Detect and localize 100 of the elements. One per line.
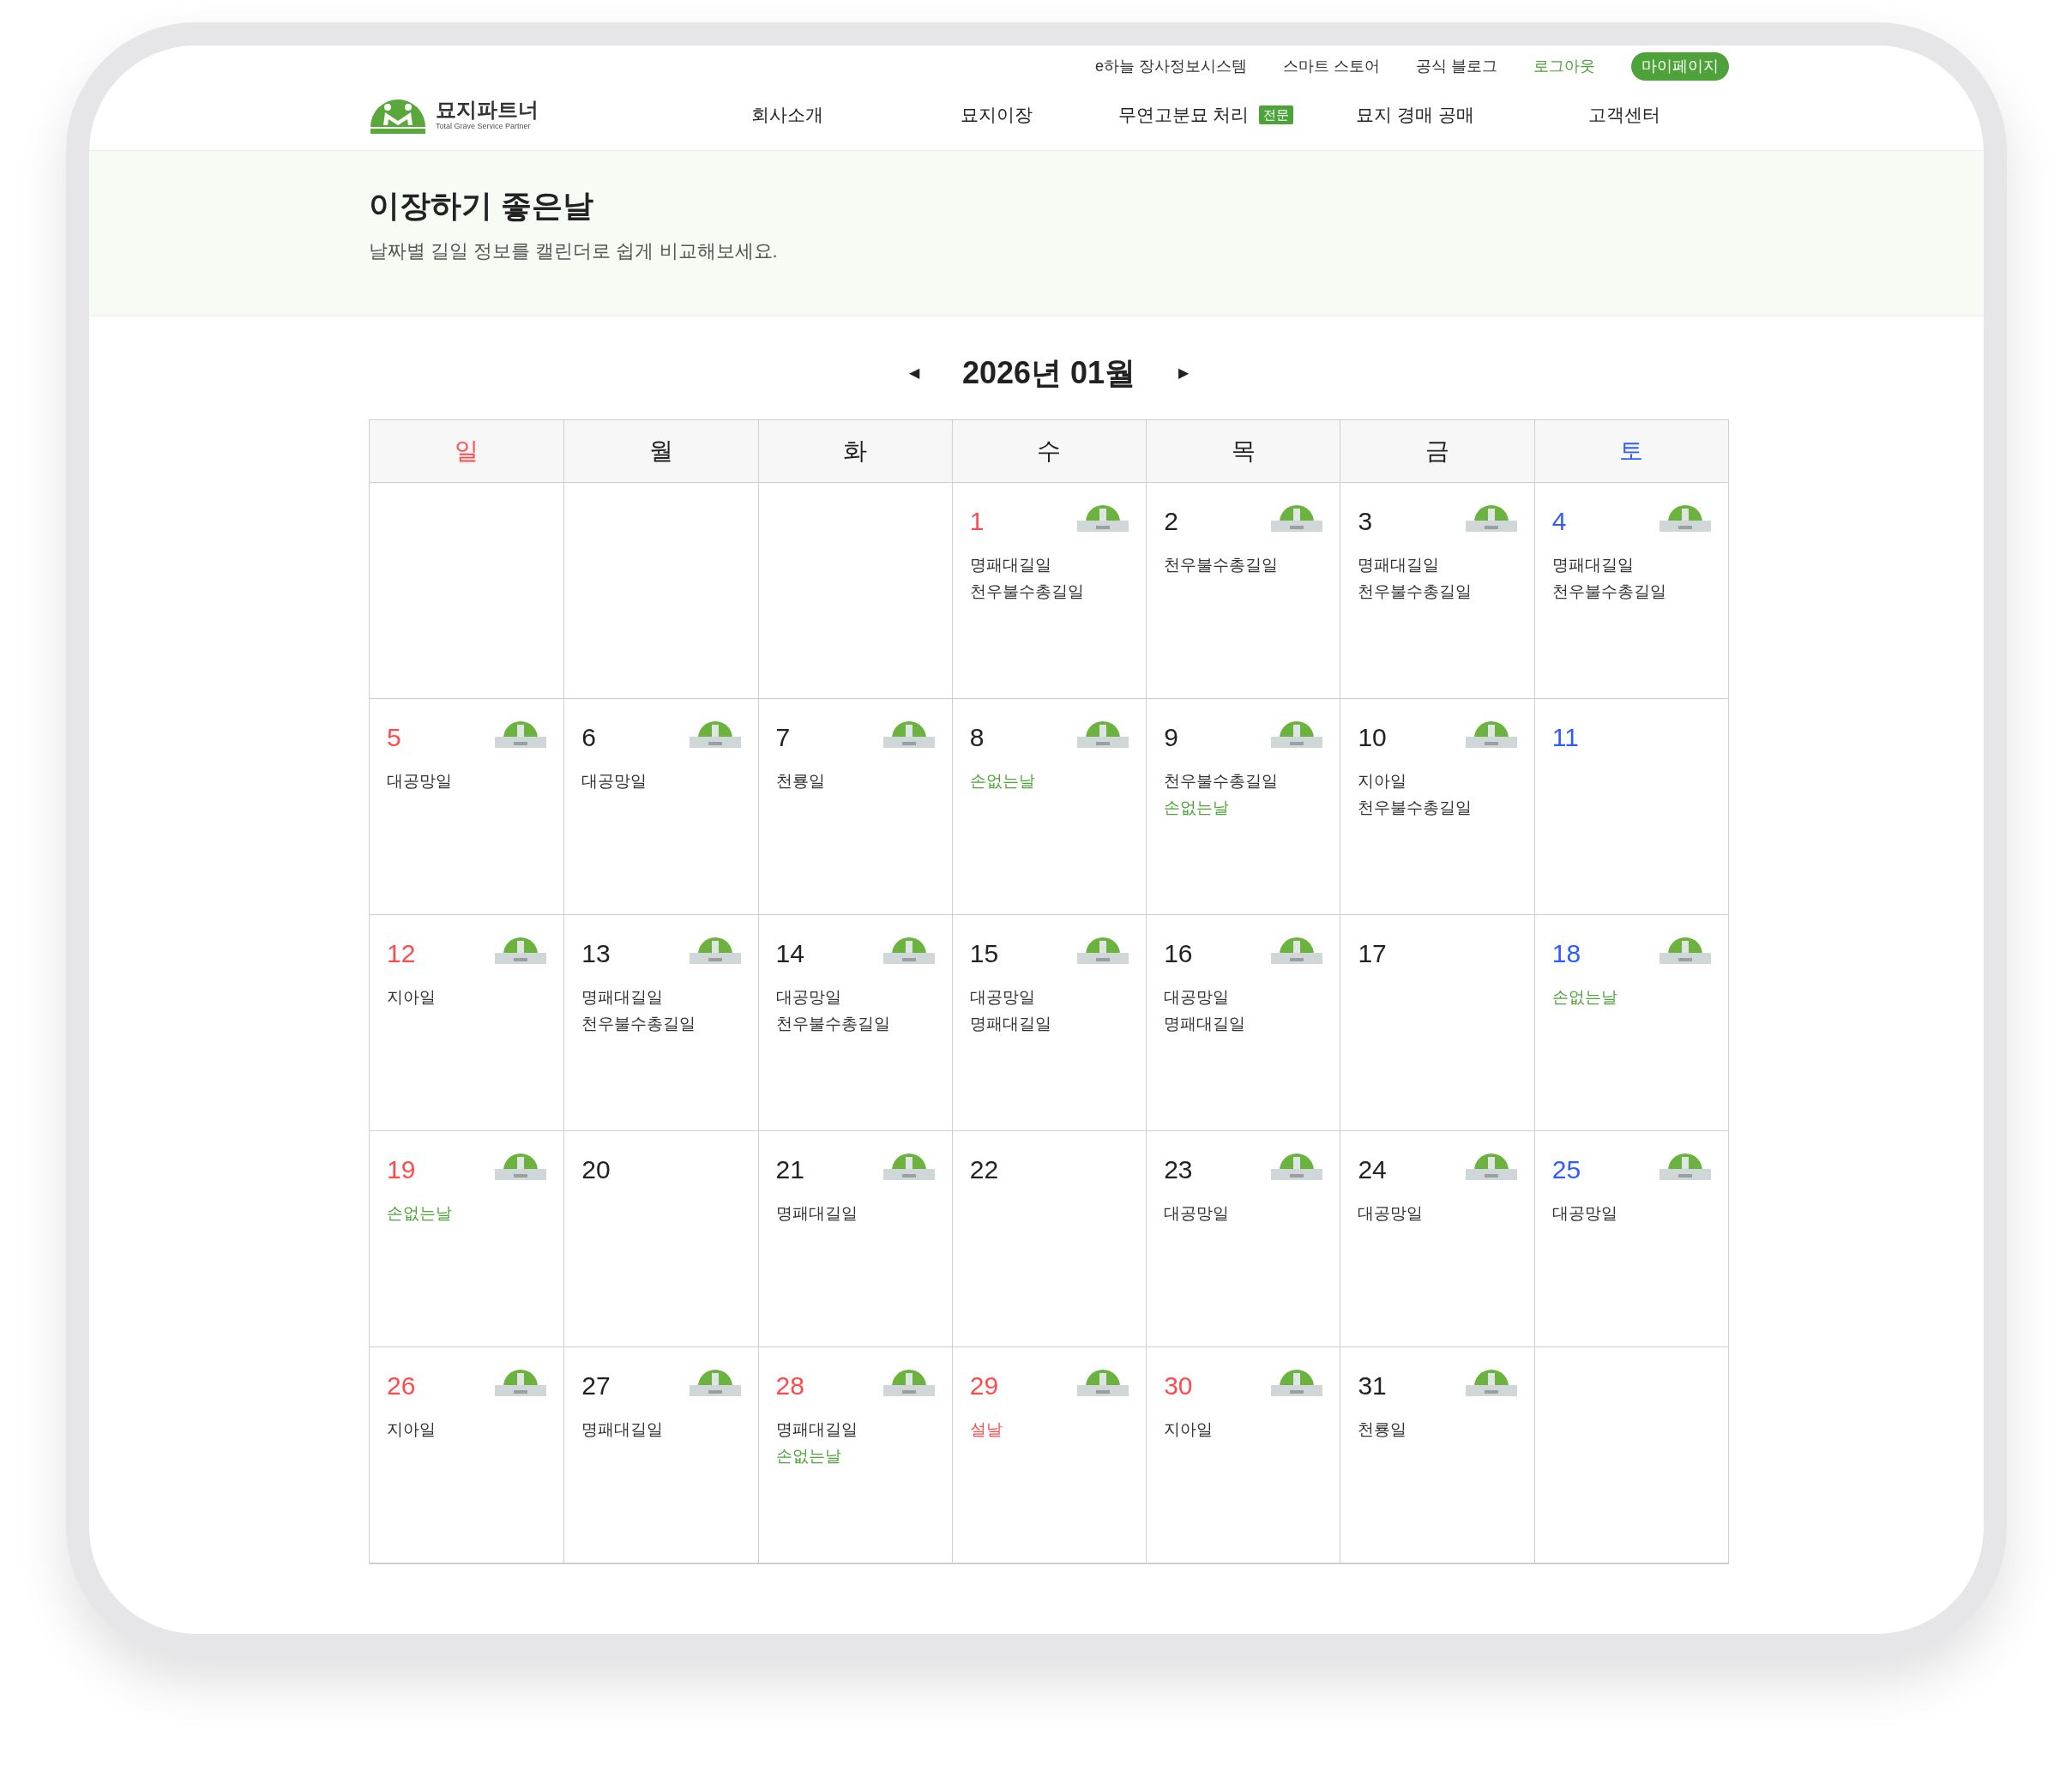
day-number: 11 <box>1551 725 1579 750</box>
day-cell[interactable]: 18 손없는날 <box>1533 915 1728 1131</box>
nav-link[interactable]: 회사소개 <box>751 101 823 129</box>
day-label: 명패대길일 <box>775 1419 858 1440</box>
day-label: 천우불수총길일 <box>1358 798 1473 818</box>
weekday-header: 수 <box>1037 437 1062 466</box>
day-number: 13 <box>581 941 611 967</box>
day-cell[interactable]: 28 명패대길일 손없는날 <box>757 1347 952 1563</box>
day-cell[interactable]: 25 대공망일 <box>1533 1131 1728 1347</box>
day-cell[interactable]: 1 명패대길일 천우불수총길일 <box>951 483 1147 699</box>
day-cell[interactable]: 30 지아일 <box>1146 1347 1340 1563</box>
day-cell[interactable]: 5 대공망일 <box>370 699 564 915</box>
logo-tagline: Total Grave Service Partner <box>436 121 532 131</box>
day-cell[interactable]: 16 대공망일 명패대길일 <box>1146 915 1340 1131</box>
day-cell[interactable]: 12 지아일 <box>370 915 564 1131</box>
day-cell[interactable]: 7 천룡일 <box>757 699 952 915</box>
day-label: 천우불수총길일 <box>1551 581 1667 602</box>
day-number: 4 <box>1551 509 1567 534</box>
day-number: 29 <box>969 1373 999 1399</box>
day-label: 지아일 <box>1164 1419 1214 1440</box>
day-label: 손없는날 <box>969 771 1036 792</box>
day-number: 16 <box>1164 941 1193 967</box>
day-label: 명패대길일 <box>775 1203 858 1224</box>
top-link[interactable]: 스마트 스토어 <box>1282 54 1380 78</box>
day-cell[interactable]: 23 대공망일 <box>1146 1131 1340 1347</box>
day-cell[interactable]: 24 대공망일 <box>1340 1131 1534 1347</box>
day-number: 12 <box>387 941 416 967</box>
day-number: 17 <box>1358 941 1387 967</box>
day-cell[interactable]: 4 명패대길일 천우불수총길일 <box>1533 483 1728 699</box>
weekday-header: 월 <box>648 437 673 466</box>
day-number: 9 <box>1164 725 1178 750</box>
day-cell[interactable]: 20 <box>563 1131 758 1347</box>
nav-link[interactable]: 고객센터 <box>1588 101 1660 129</box>
day-cell[interactable]: 26 지아일 <box>370 1347 564 1563</box>
day-label: 손없는날 <box>1551 987 1618 1008</box>
day-number: 7 <box>775 725 791 750</box>
day-label: 명패대길일 <box>581 1419 665 1440</box>
day-number: 21 <box>775 1157 804 1183</box>
day-label: 대공망일 <box>387 771 453 792</box>
day-label: 대공망일 <box>1164 987 1231 1008</box>
day-label: 천우불수총길일 <box>1358 581 1473 602</box>
nav-link[interactable]: 무연고분묘 처리 <box>1117 101 1250 129</box>
weekday-header: 화 <box>843 437 868 466</box>
day-cell[interactable]: 31 천룡일 <box>1340 1347 1534 1563</box>
weekday-header: 목 <box>1231 437 1256 466</box>
day-number: 14 <box>775 941 804 967</box>
previous-month-button[interactable]: ◀ <box>908 363 919 383</box>
day-cell[interactable]: 8 손없는날 <box>951 699 1147 915</box>
day-cell[interactable]: 15 대공망일 명패대길일 <box>951 915 1147 1131</box>
day-label: 천우불수총길일 <box>1164 771 1280 792</box>
day-number: 20 <box>581 1157 611 1183</box>
day-cell[interactable]: 11 <box>1533 699 1728 915</box>
day-label: 천우불수총길일 <box>969 581 1085 602</box>
day-cell[interactable]: 14 대공망일 천우불수총길일 <box>757 915 952 1131</box>
day-cell[interactable]: 3 명패대길일 천우불수총길일 <box>1340 483 1534 699</box>
day-label: 대공망일 <box>1164 1203 1231 1224</box>
day-number: 1 <box>969 509 985 534</box>
day-number: 23 <box>1164 1157 1193 1183</box>
day-label: 손없는날 <box>775 1446 842 1467</box>
top-link[interactable]: 공식 블로그 <box>1416 54 1497 78</box>
weekday-header: 토 <box>1619 437 1644 466</box>
nav-link[interactable]: 묘지이장 <box>961 101 1033 129</box>
page-title: 이장하기 좋은날 <box>369 187 594 225</box>
day-cell[interactable]: 6 대공망일 <box>563 699 758 915</box>
day-number: 15 <box>969 941 999 967</box>
day-label: 천우불수총길일 <box>581 1014 697 1034</box>
page-subtitle: 날짜별 길일 정보를 캘린더로 쉽게 비교해보세요. <box>369 239 779 263</box>
day-cell[interactable]: 21 명패대길일 <box>757 1131 952 1347</box>
logo-name: 묘지파트너 <box>436 99 539 121</box>
day-cell[interactable]: 22 <box>951 1131 1147 1347</box>
next-month-button[interactable]: ▶ <box>1178 363 1190 383</box>
day-number: 22 <box>969 1157 999 1183</box>
specialty-tag: 전문 <box>1259 105 1294 124</box>
day-number: 5 <box>387 725 401 750</box>
day-cell[interactable]: 27 명패대길일 <box>563 1347 758 1563</box>
day-label: 대공망일 <box>581 771 648 792</box>
day-number: 27 <box>581 1373 611 1399</box>
day-number: 19 <box>387 1157 416 1183</box>
day-label: 지아일 <box>1358 771 1408 792</box>
nav-link[interactable]: 묘지 경매 공매 <box>1356 101 1474 129</box>
day-label: 대공망일 <box>1551 1203 1618 1224</box>
day-label: 명패대길일 <box>969 1014 1052 1034</box>
day-number: 3 <box>1358 509 1373 534</box>
top-link[interactable]: e하늘 장사정보시스템 <box>1094 54 1247 78</box>
day-label: 천룡일 <box>1358 1419 1408 1440</box>
day-label: 명패대길일 <box>1358 555 1441 575</box>
day-label: 지아일 <box>387 1419 437 1440</box>
day-number: 28 <box>775 1373 804 1399</box>
day-cell[interactable]: 2 천우불수총길일 <box>1146 483 1340 699</box>
day-cell[interactable]: 17 <box>1340 915 1534 1131</box>
day-cell[interactable]: 9 천우불수총길일 손없는날 <box>1146 699 1340 915</box>
day-number: 31 <box>1358 1373 1387 1399</box>
day-number: 10 <box>1358 725 1387 750</box>
day-label: 지아일 <box>387 987 437 1008</box>
day-label: 대공망일 <box>969 987 1036 1008</box>
weekday-header: 일 <box>455 437 479 466</box>
day-number: 8 <box>969 725 985 750</box>
day-cell[interactable]: 13 명패대길일 천우불수총길일 <box>563 915 758 1131</box>
day-number: 25 <box>1551 1157 1581 1183</box>
day-cell[interactable]: 10 지아일 천우불수총길일 <box>1340 699 1534 915</box>
